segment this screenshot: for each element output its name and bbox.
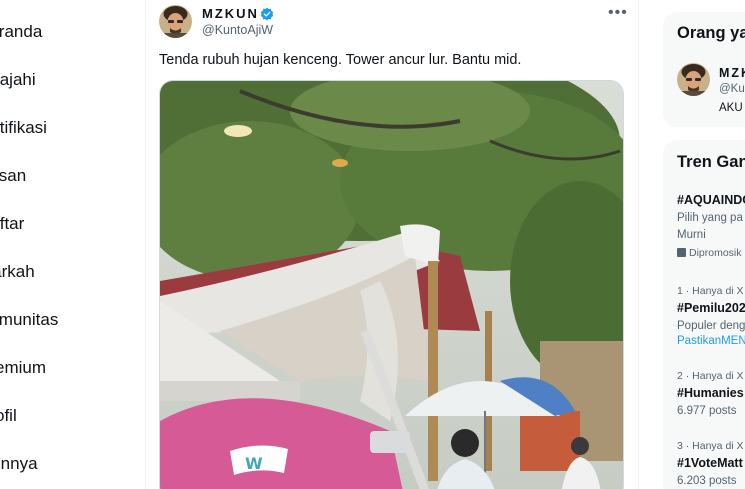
trend-context: 3 · Hanya di X	[677, 440, 744, 452]
trends-title: Tren Gan	[677, 153, 745, 171]
suggested-user-name[interactable]: MZK	[719, 66, 745, 80]
trend-post-count: 6.977 posts	[677, 405, 737, 417]
author-avatar[interactable]	[159, 5, 192, 38]
suggested-user-avatar[interactable]	[677, 63, 710, 96]
trend-description: Murni	[677, 229, 706, 241]
suggested-user-handle[interactable]: @Ku	[719, 83, 745, 95]
trend-link[interactable]: PastikanMENA	[677, 335, 745, 347]
tweet-media-image[interactable]: W	[159, 80, 624, 489]
nav-item-profile[interactable]: Profil	[0, 406, 17, 426]
nav-item-home[interactable]: Beranda	[0, 22, 42, 42]
tweet-author-handle[interactable]: @KuntoAjiW	[202, 23, 273, 37]
nav-item-premium[interactable]: Premium	[0, 358, 46, 378]
trend-description: Pilih yang pa	[677, 212, 743, 224]
left-navigation: Beranda Jelajahi Notifikasi Pesan Daftar…	[0, 0, 140, 489]
nav-item-notifications[interactable]: Notifikasi	[0, 118, 47, 138]
nav-item-more[interactable]: Lainnya	[0, 454, 38, 474]
tweet-author-name[interactable]: MZKUN	[202, 6, 259, 21]
trend-tag[interactable]: #1VoteMatt	[677, 456, 743, 470]
trend-context: 2 · Hanya di X	[677, 370, 744, 382]
more-options-icon[interactable]: •••	[608, 4, 628, 22]
trend-tag[interactable]: #Humanies	[677, 386, 744, 400]
nav-item-explore[interactable]: Jelajahi	[0, 70, 36, 90]
trend-context: 1 · Hanya di X	[677, 285, 744, 297]
suggested-user-bio: AKU	[719, 102, 743, 114]
verified-badge-icon	[260, 7, 274, 21]
nav-item-messages[interactable]: Pesan	[0, 166, 26, 186]
trend-tag[interactable]: #AQUAINDO	[677, 193, 745, 207]
promoted-icon	[677, 248, 686, 257]
who-to-follow-title: Orang ya	[677, 24, 745, 42]
promoted-text: Dipromosik	[689, 247, 742, 259]
trend-post-count: 6.203 posts	[677, 475, 737, 487]
trend-tag[interactable]: #Pemilu202	[677, 301, 745, 315]
nav-item-communities[interactable]: Komunitas	[0, 310, 58, 330]
nav-item-bookmarks[interactable]: Markah	[0, 262, 35, 282]
svg-text:W: W	[245, 454, 263, 473]
trend-description: Populer denga	[677, 320, 745, 332]
tweet-text: Tenda rubuh hujan kenceng. Tower ancur l…	[159, 52, 522, 68]
nav-item-lists[interactable]: Daftar	[0, 214, 24, 234]
promoted-label: Dipromosik	[677, 247, 742, 259]
